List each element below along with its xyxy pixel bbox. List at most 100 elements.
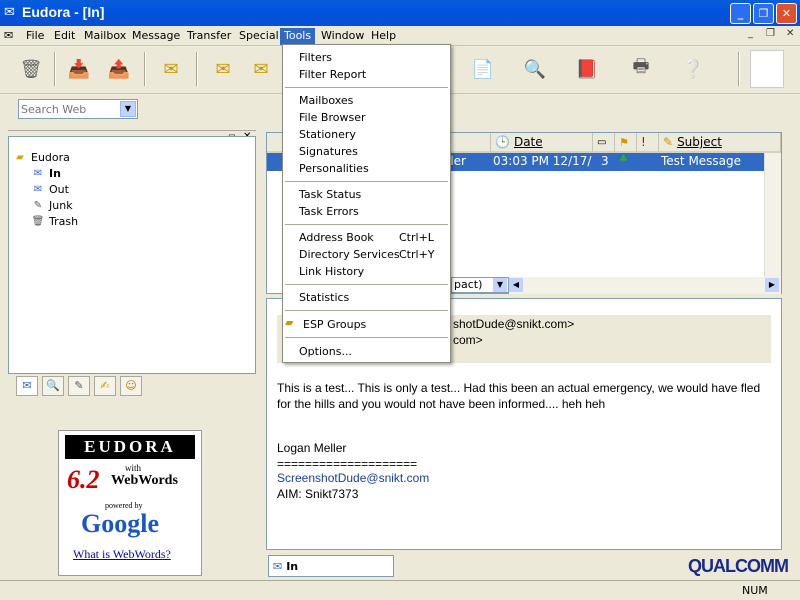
menu-item-filter-report[interactable]: Filter Report — [299, 68, 366, 81]
menu-item-directory-services[interactable]: Directory Services — [299, 248, 400, 261]
tab-stationery-icon[interactable]: ✎ — [68, 376, 90, 396]
tools-menu-dropdown: Filters Filter Report Mailboxes File Bro… — [282, 44, 451, 363]
signature-email-link[interactable]: ScreenshotDude@snikt.com — [277, 471, 429, 485]
tree-item-trash[interactable]: 🗑 Trash — [31, 215, 78, 228]
tab-filters-icon[interactable]: 🔍 — [42, 376, 64, 396]
menu-separator — [285, 310, 448, 311]
column-header-subject[interactable]: ✎ Subject — [659, 133, 781, 153]
mdi-close-icon[interactable]: ✕ — [786, 28, 794, 39]
minimize-button[interactable]: _ — [730, 3, 751, 24]
menu-special[interactable]: Special — [235, 28, 283, 45]
mailbox-tree: ▰ Eudora ✉ In ✉ Out ✎ Junk 🗑 Trash — [8, 136, 256, 374]
address-book-icon[interactable]: 📕 — [570, 50, 604, 88]
reply-icon[interactable]: ✉ — [206, 50, 240, 88]
menu-item-filters[interactable]: Filters — [299, 51, 332, 64]
find-icon[interactable]: 🔍 — [518, 50, 552, 88]
print-icon[interactable]: 🖶 — [624, 50, 658, 88]
title-bar: ✉ Eudora - [In] _ ❐ ✕ — [0, 0, 800, 26]
status-bar: NUM — [0, 580, 800, 600]
menu-window[interactable]: Window — [317, 28, 368, 45]
tab-personalities-icon[interactable]: ☺ — [120, 376, 142, 396]
toolbar-separator — [144, 52, 146, 86]
header-from: shotDude@snikt.com> — [453, 317, 575, 331]
menu-item-link-history[interactable]: Link History — [299, 265, 364, 278]
tree-item-in[interactable]: ✉ In — [31, 167, 61, 180]
menu-separator — [285, 224, 448, 225]
menu-bar: ✉ File Edit Mailbox Message Transfer Spe… — [0, 26, 800, 46]
header-to: com> — [453, 333, 483, 347]
menu-item-file-browser[interactable]: File Browser — [299, 111, 365, 124]
tree-item-out[interactable]: ✉ Out — [31, 183, 69, 196]
menu-item-signatures[interactable]: Signatures — [299, 145, 358, 158]
column-header-attachment[interactable]: ▭ — [593, 133, 615, 153]
search-web-box: ▼ — [18, 99, 138, 119]
signature-name: Logan Meller — [277, 441, 347, 455]
menu-separator — [285, 284, 448, 285]
attachment-icon: ▭ — [597, 136, 607, 148]
menu-file[interactable]: File — [22, 28, 48, 45]
menu-item-task-errors[interactable]: Task Errors — [299, 205, 359, 218]
label-icon: ⚑ — [619, 135, 629, 149]
menu-item-task-status[interactable]: Task Status — [299, 188, 361, 201]
body-line-2: for the hills and you would not have bee… — [277, 397, 606, 411]
menu-item-personalities[interactable]: Personalities — [299, 162, 369, 175]
inbox-icon: ✉ — [33, 168, 43, 179]
help-icon[interactable]: ❔ — [676, 50, 710, 88]
horizontal-scrollbar[interactable] — [509, 277, 781, 294]
maximize-button[interactable]: ❐ — [753, 3, 774, 24]
search-web-input[interactable] — [19, 100, 119, 118]
menu-separator — [285, 181, 448, 182]
chevron-down-icon[interactable]: ▼ — [120, 101, 136, 117]
column-header-priority[interactable]: ! — [637, 133, 659, 153]
menu-tools[interactable]: Tools — [280, 28, 316, 45]
scroll-left-icon[interactable]: ◀ — [509, 278, 523, 292]
tree-root-eudora[interactable]: ▰ Eudora — [13, 151, 70, 164]
mailbox-window-tab[interactable]: ✉ In — [268, 555, 394, 577]
menu-message[interactable]: Message — [128, 28, 184, 45]
app-icon[interactable]: ✉ — [4, 5, 15, 20]
menu-transfer[interactable]: Transfer — [183, 28, 235, 45]
shortcut-address-book: Ctrl+L — [399, 231, 434, 244]
menu-help[interactable]: Help — [367, 28, 400, 45]
menu-item-esp-groups[interactable]: ESP Groups — [303, 318, 366, 331]
ad-version: 6.2 — [67, 465, 100, 494]
webwords-ad: EUDORA 6.2 with WebWords powered by Goog… — [58, 430, 202, 576]
menu-item-address-book[interactable]: Address Book — [299, 231, 374, 244]
mdi-minimize-icon[interactable]: _ — [748, 28, 753, 39]
mdi-app-icon[interactable]: ✉ — [4, 29, 13, 42]
ad-link[interactable]: What is WebWords? — [73, 547, 171, 562]
priority-icon: ! — [641, 135, 646, 149]
row-subject: Test Message — [661, 154, 742, 168]
chevron-down-icon[interactable]: ▼ — [493, 278, 507, 292]
toolbar-separator — [738, 52, 740, 86]
check-mail-in-icon[interactable]: 📥 — [62, 50, 96, 88]
ad-webwords: WebWords — [111, 473, 178, 488]
toolbar-separator — [54, 52, 56, 86]
menu-item-mailboxes[interactable]: Mailboxes — [299, 94, 353, 107]
send-mail-out-icon[interactable]: 📤 — [102, 50, 136, 88]
tree-status-icon: ♣ — [619, 154, 628, 165]
tree-item-junk[interactable]: ✎ Junk — [31, 199, 73, 212]
mdi-restore-icon[interactable]: ❐ — [766, 28, 775, 39]
qualcomm-logo: QUALCOMM — [688, 556, 789, 576]
vertical-scrollbar[interactable] — [764, 153, 781, 277]
tree-item-label: In — [49, 167, 61, 180]
menu-item-options[interactable]: Options... — [299, 345, 352, 358]
tab-signatures-icon[interactable]: ✍ — [94, 376, 116, 396]
reply-all-icon[interactable]: ✉ — [244, 50, 278, 88]
column-header-date[interactable]: 🕒 Date — [491, 133, 593, 153]
attach-icon[interactable]: 📄 — [466, 50, 500, 88]
menu-edit[interactable]: Edit — [50, 28, 79, 45]
window-title: Eudora - [In] — [22, 4, 105, 20]
column-header-label[interactable]: ⚑ — [615, 133, 637, 153]
trash-icon: 🗑 — [31, 216, 45, 227]
close-button[interactable]: ✕ — [776, 3, 797, 24]
new-message-icon[interactable]: ✉ — [154, 50, 188, 88]
menu-item-statistics[interactable]: Statistics — [299, 291, 349, 304]
scroll-right-icon[interactable]: ▶ — [765, 278, 779, 292]
menu-item-stationery[interactable]: Stationery — [299, 128, 356, 141]
menu-mailbox[interactable]: Mailbox — [80, 28, 130, 45]
tab-mailboxes-icon[interactable]: ✉ — [16, 376, 38, 396]
ad-with: with — [125, 463, 142, 473]
trash-icon[interactable]: 🗑 — [14, 50, 48, 88]
